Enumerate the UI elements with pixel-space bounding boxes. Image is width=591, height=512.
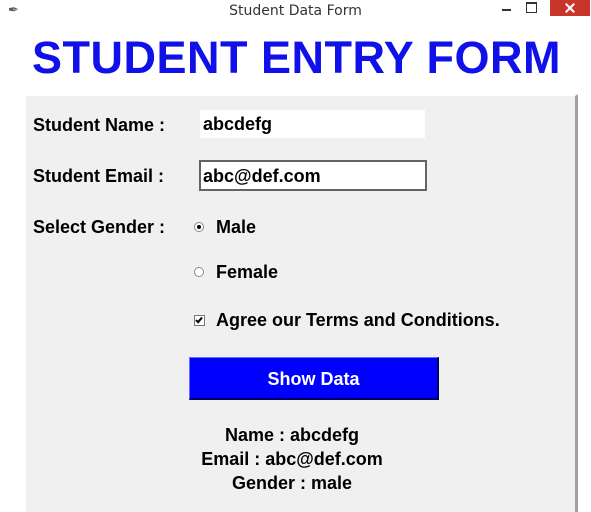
minimize-button[interactable] — [497, 0, 517, 16]
output-gender: Gender : male — [231, 473, 353, 493]
student-name-label: Student Name : — [33, 115, 166, 135]
close-button[interactable] — [550, 0, 590, 16]
student-email-value: abc@def.com — [203, 166, 321, 186]
radio-female-label[interactable]: Female — [216, 262, 278, 283]
radio-female[interactable] — [194, 267, 204, 277]
maximize-button[interactable] — [521, 0, 541, 16]
student-email-field[interactable]: abc@def.com — [199, 160, 427, 191]
student-email-label: Student Email : — [33, 166, 165, 186]
banner-title: STUDENT ENTRY FORM — [31, 32, 561, 83]
terms-label[interactable]: Agree our Terms and Conditions. — [216, 310, 500, 331]
gender-label: Select Gender : — [33, 217, 166, 237]
student-name-value: abcdefg — [203, 114, 273, 134]
show-data-button[interactable]: Show Data — [189, 357, 439, 400]
show-data-button-label: Show Data — [267, 369, 360, 389]
checkmark-icon — [195, 315, 203, 324]
radio-male-label[interactable]: Male — [216, 217, 256, 238]
title-bar: ✒ Student Data Form — [0, 0, 591, 22]
form-banner: STUDENT ENTRY FORM — [20, 26, 573, 86]
radio-male[interactable] — [194, 222, 204, 232]
output-name: Name : abcdefg — [224, 425, 360, 445]
output-email: Email : abc@def.com — [201, 449, 383, 469]
student-name-field[interactable]: abcdefg — [200, 110, 425, 138]
terms-checkbox[interactable] — [194, 315, 205, 326]
